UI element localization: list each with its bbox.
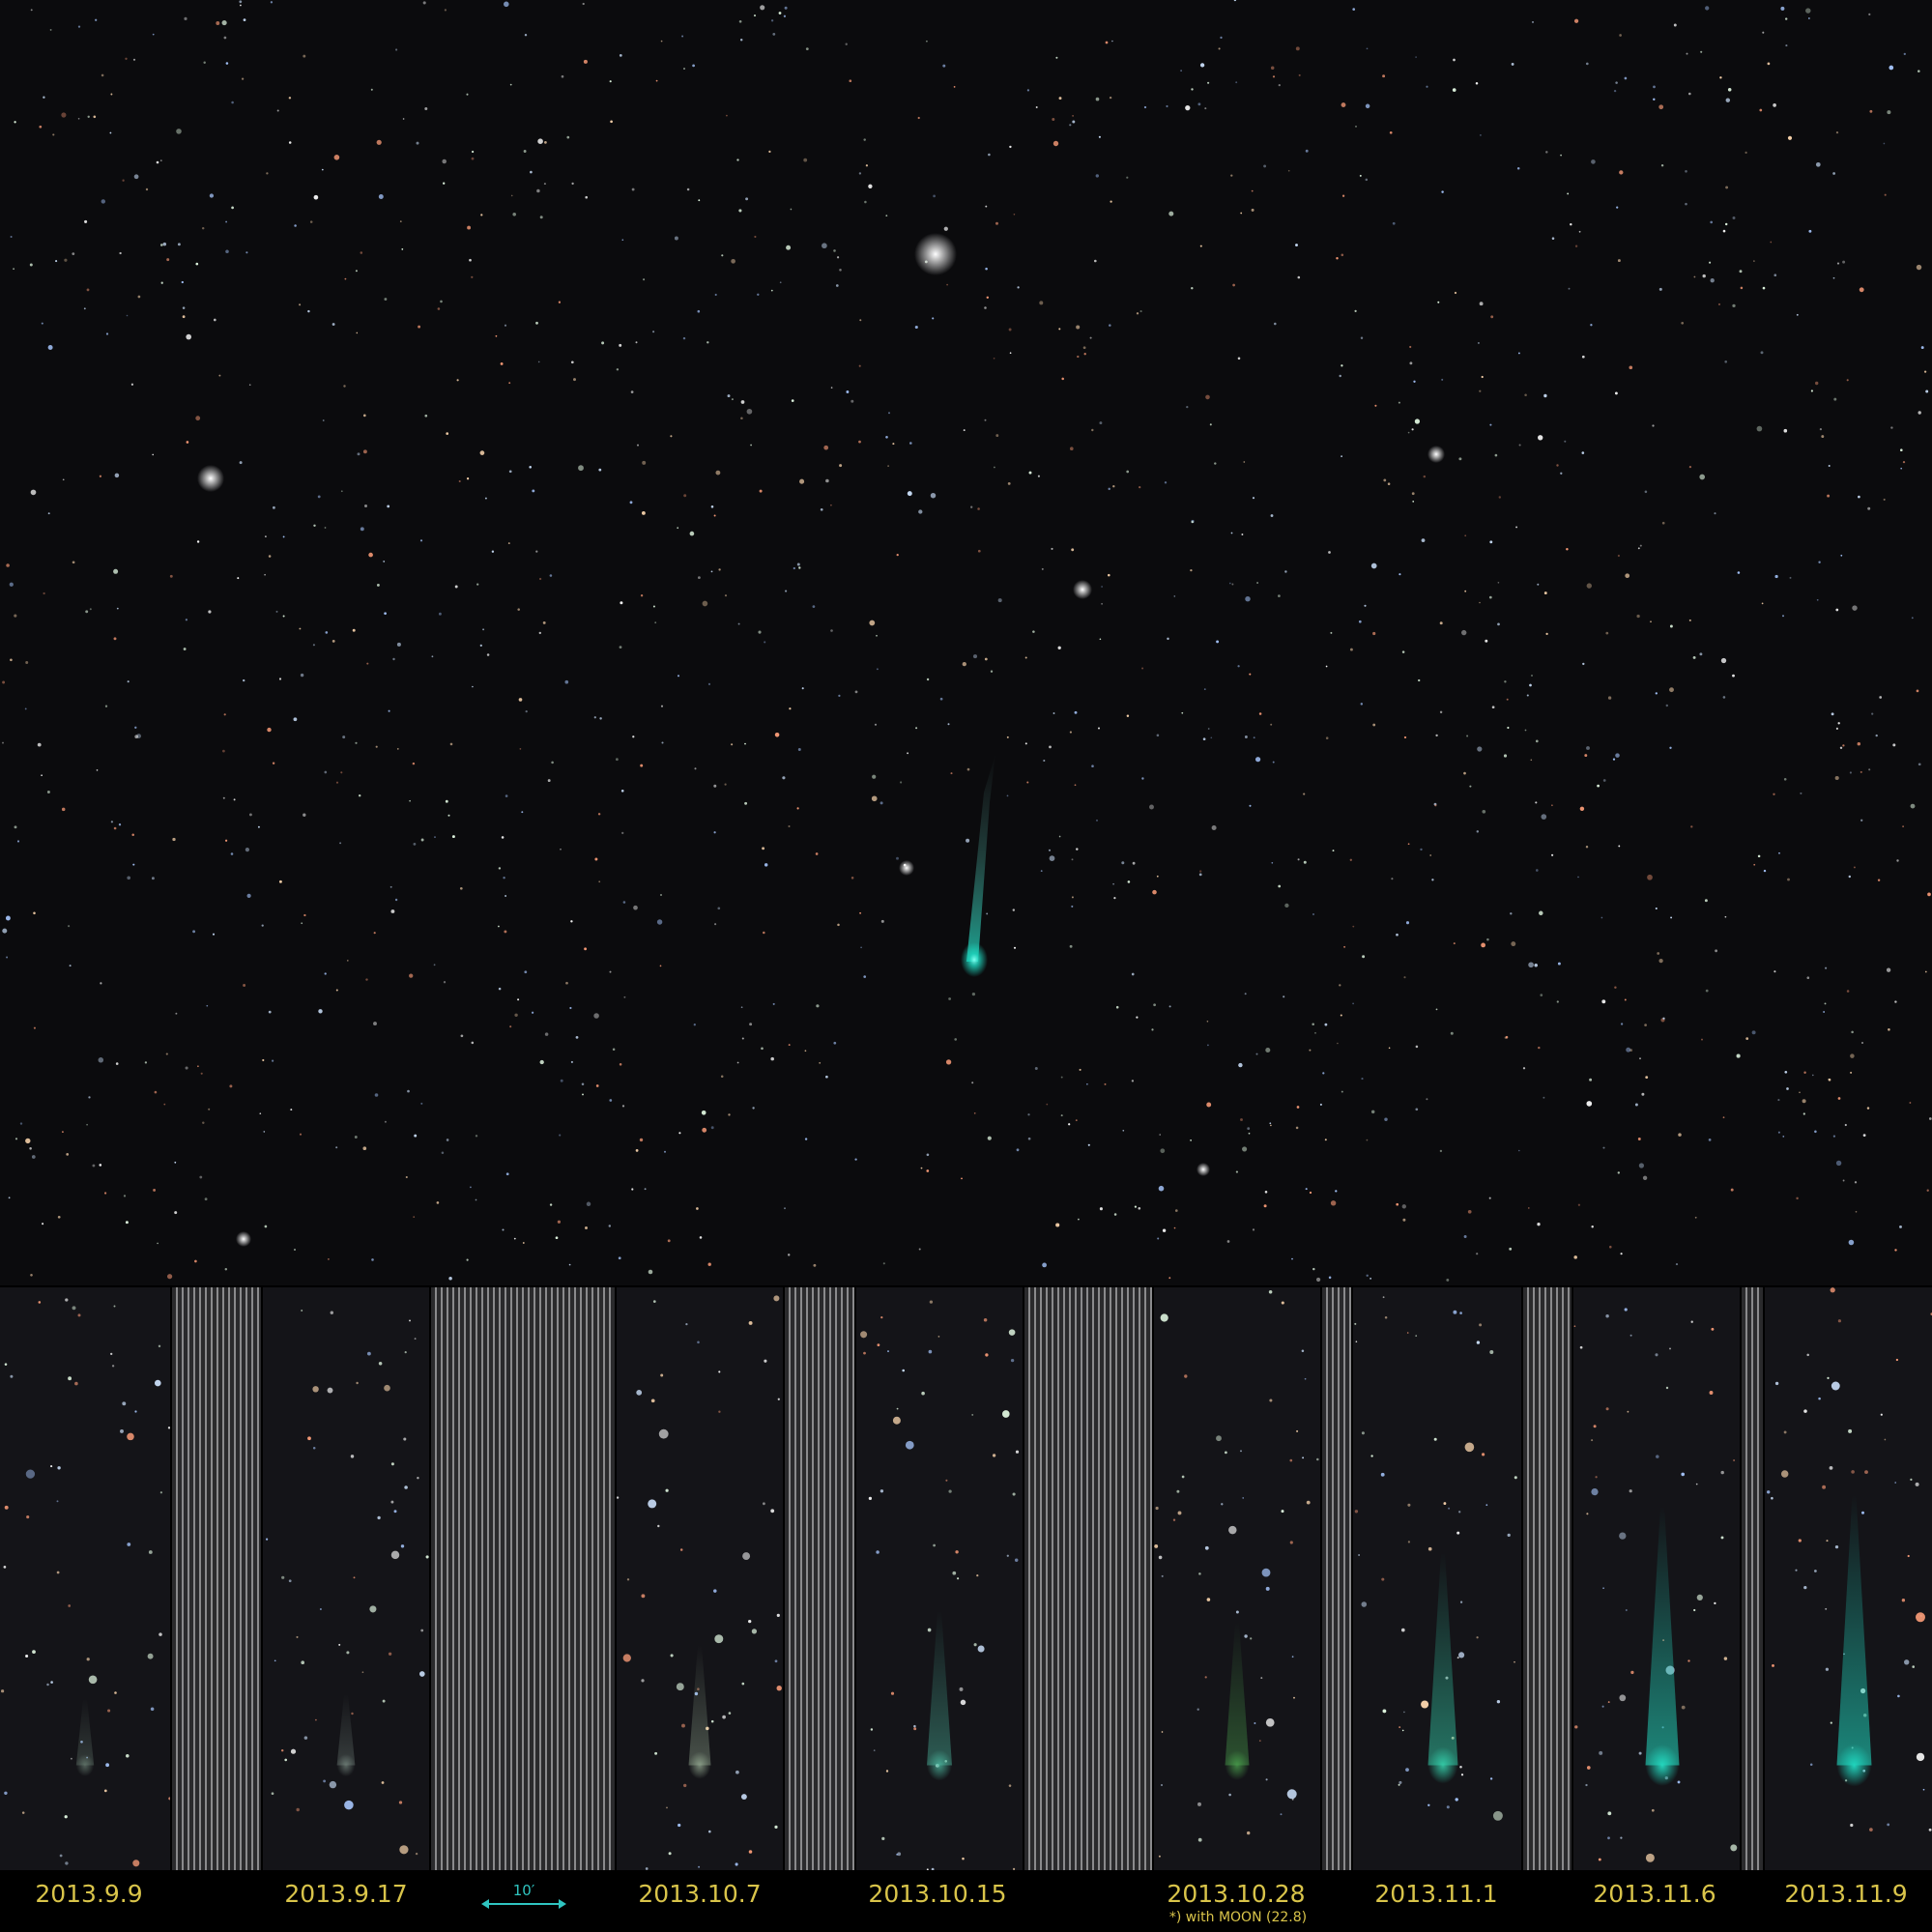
sequence-panel-image	[1573, 1308, 1738, 1862]
date-label: 2013.10.28	[1167, 1880, 1306, 1908]
scale-bar-label: 10′	[512, 1882, 535, 1899]
date-label: 2013.10.15	[868, 1880, 1007, 1908]
moon-note: *) with MOON (22.8)	[1168, 1910, 1308, 1925]
sequence-panel-7	[1573, 1287, 1740, 1870]
sequence-panel-5	[1154, 1287, 1320, 1870]
comet-tail	[1836, 1494, 1872, 1766]
comet-tail	[1427, 1552, 1458, 1766]
spacer-stripes	[1322, 1287, 1351, 1870]
date-label: 2013.11.1	[1374, 1880, 1498, 1908]
spacer-stripes	[1024, 1287, 1152, 1870]
background-stars	[2, 0, 1932, 1283]
date-label: 2013.9.17	[284, 1880, 408, 1908]
sequence-panel-8	[1765, 1287, 1932, 1870]
spacer-stripes	[1742, 1287, 1763, 1870]
star-field	[2, 0, 1932, 1283]
comet-tail	[1645, 1506, 1680, 1766]
comet-coma	[336, 1753, 356, 1777]
comet-coma	[75, 1754, 95, 1776]
comet-star-field-photo	[0, 0, 1932, 1285]
double-arrow-icon	[481, 1899, 566, 1909]
sequence-panel-6	[1353, 1287, 1521, 1870]
comet-tail	[927, 1610, 952, 1766]
sequence-panel-image	[1354, 1296, 1517, 1821]
date-labels-row: 2013.9.9 2013.9.17 10′ 2013.10.7 2013.10…	[0, 1870, 1932, 1932]
comet-sequence-strip	[0, 1287, 1932, 1870]
comet	[961, 754, 995, 977]
scale-bar: 10′	[481, 1882, 566, 1911]
sequence-panel-image	[617, 1295, 782, 1870]
sequence-panel-1	[0, 1287, 170, 1870]
comet-tail	[1225, 1622, 1250, 1766]
comet-coma	[1427, 1746, 1458, 1784]
spacer-stripes	[431, 1287, 615, 1870]
comet-coma	[1225, 1750, 1250, 1780]
sequence-panel-2	[263, 1287, 429, 1870]
sequence-panel-image	[1767, 1287, 1932, 1831]
spacer-stripes	[1523, 1287, 1572, 1870]
comet-coma	[1836, 1744, 1872, 1787]
bright-stars	[197, 233, 1445, 1247]
comet-coma	[1645, 1745, 1680, 1786]
sequence-panel-image	[1154, 1290, 1319, 1858]
spacer-stripes	[785, 1287, 854, 1870]
spacer-stripes	[172, 1287, 261, 1870]
date-label: 2013.10.7	[638, 1880, 762, 1908]
sequence-panel-3	[617, 1287, 783, 1870]
date-label: 2013.11.6	[1593, 1880, 1716, 1908]
comet-tail	[688, 1645, 711, 1766]
date-label: 2013.9.9	[35, 1880, 143, 1908]
sequence-panel-image	[0, 1298, 170, 1867]
sequence-panel-image	[266, 1310, 429, 1856]
sequence-panel-4	[856, 1287, 1023, 1870]
sequence-panel-image	[860, 1300, 1020, 1870]
date-label: 2013.11.9	[1784, 1880, 1908, 1908]
comet-coma	[927, 1749, 952, 1781]
comet-coma	[688, 1751, 711, 1779]
